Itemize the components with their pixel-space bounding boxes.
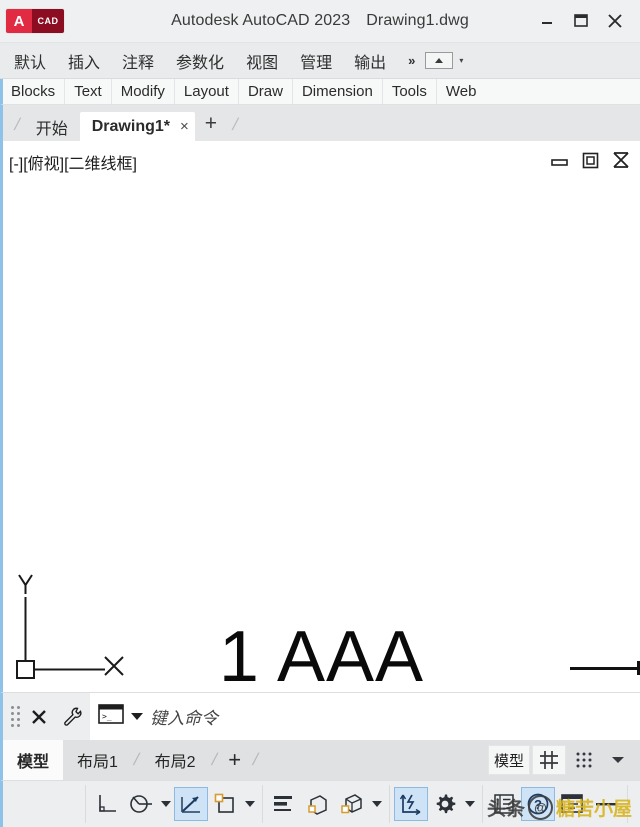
settings-gear-tool-icon[interactable]: [428, 787, 462, 821]
menu-item-blocks[interactable]: Blocks: [3, 79, 66, 104]
document-tab-start[interactable]: 开始: [24, 112, 80, 141]
ribbon-tab-manage[interactable]: 管理: [300, 49, 332, 73]
command-close-icon[interactable]: [22, 700, 56, 734]
ribbon-minimize-button[interactable]: [425, 52, 454, 69]
menu-item-layout[interactable]: Layout: [175, 79, 239, 104]
ribbon-tab-output[interactable]: 输出: [354, 49, 386, 73]
lineweight-tool-icon[interactable]: [267, 787, 301, 821]
menu-item-draw[interactable]: Draw: [239, 79, 293, 104]
status-model-button[interactable]: 模型: [487, 745, 530, 775]
new-document-tab-button[interactable]: +: [195, 109, 227, 141]
wrench-icon[interactable]: [56, 700, 90, 734]
logo-cad-mark: CAD: [32, 9, 64, 33]
drawing-edge-line: [570, 667, 640, 670]
toolbar-group-ucs: [390, 785, 483, 823]
new-layout-button[interactable]: +: [218, 740, 251, 780]
polar-tracking-tool-icon[interactable]: [124, 787, 158, 821]
console-icon[interactable]: >_: [98, 704, 124, 729]
status-more-caret-icon[interactable]: [602, 745, 634, 775]
ucs-icon: [16, 574, 124, 679]
menu-item-modify[interactable]: Modify: [112, 79, 175, 104]
viewport-label[interactable]: [-][俯视][二维线框]: [9, 150, 137, 174]
ribbon-tab-home[interactable]: 默认: [14, 49, 46, 73]
toolbar-group-misc: ?: [483, 785, 628, 823]
minimize-button[interactable]: [530, 6, 564, 36]
viewport-minimize-icon[interactable]: [551, 153, 569, 167]
ortho-tool-icon[interactable]: [90, 787, 124, 821]
app-title-text: Autodesk AutoCAD 2023: [171, 12, 351, 29]
menu-item-text[interactable]: Text: [65, 79, 112, 104]
document-tab-close-icon[interactable]: ×: [180, 118, 189, 135]
settings-caret-icon[interactable]: [462, 787, 478, 821]
menu-bar: Blocks Text Modify Layout Draw Dimension…: [0, 79, 640, 105]
properties-list-tool-icon[interactable]: [487, 787, 521, 821]
autocad-logo: A CAD: [6, 9, 64, 33]
layout-tab-layout1[interactable]: 布局1: [63, 740, 132, 780]
object-snap-caret-icon[interactable]: [242, 787, 258, 821]
menu-item-dimension[interactable]: Dimension: [293, 79, 383, 104]
clean-screen-tool-icon[interactable]: [555, 787, 589, 821]
3d-object-snap-tool-icon[interactable]: [335, 787, 369, 821]
layout-tab-bar: 模型 布局1 / 布局2 / + / 模型: [0, 740, 640, 780]
ribbon-tab-insert[interactable]: 插入: [68, 49, 100, 73]
transparency-tool-icon[interactable]: [301, 787, 335, 821]
ribbon-overflow-icon[interactable]: »: [408, 53, 415, 68]
drawing-canvas[interactable]: [-][俯视][二维线框] 1 AAA 2 BBB 3 CCC: [0, 141, 640, 692]
viewport-restore-icon[interactable]: [582, 152, 599, 169]
autocad-window: A CAD Autodesk AutoCAD 2023 Drawing1.dwg …: [0, 0, 640, 827]
command-bar: >_ 键入命令: [0, 692, 640, 741]
close-button[interactable]: [598, 6, 632, 36]
menu-item-tools[interactable]: Tools: [383, 79, 437, 104]
command-input[interactable]: >_ 键入命令: [90, 692, 640, 741]
viewport-controls: [551, 151, 630, 169]
hide-toolbar-tool-icon[interactable]: [589, 787, 623, 821]
bottom-toolbar: ? 头条 @ 糖苦小屋: [0, 780, 640, 827]
toolbar-group-empty: [3, 785, 86, 823]
status-bar-right: 模型: [487, 740, 640, 780]
layout-tab-layout2[interactable]: 布局2: [141, 740, 210, 780]
document-tab-bar: / 开始 Drawing1* × + /: [0, 105, 640, 141]
logo-a-mark: A: [6, 9, 32, 33]
ribbon-tab-bar: 默认 插入 注释 参数化 视图 管理 输出 » ▾: [0, 43, 640, 79]
maximize-button[interactable]: [564, 6, 598, 36]
polar-tracking-caret-icon[interactable]: [158, 787, 174, 821]
svg-text:>_: >_: [102, 712, 112, 721]
help-tool-icon[interactable]: ?: [521, 787, 555, 821]
ribbon-tab-view[interactable]: 视图: [246, 49, 278, 73]
viewport-close-icon[interactable]: [612, 151, 630, 169]
command-placeholder: 键入命令: [150, 709, 218, 728]
window-controls: [530, 6, 632, 36]
grid-icon[interactable]: [532, 745, 566, 775]
svg-text:?: ?: [534, 797, 542, 812]
file-name-text: Drawing1.dwg: [366, 12, 469, 29]
drag-grip-icon[interactable]: [8, 704, 22, 730]
snap-icon[interactable]: [568, 745, 600, 775]
command-history-caret-icon[interactable]: [131, 713, 143, 720]
object-snap-tracking-tool-icon[interactable]: [174, 787, 208, 821]
ribbon-tab-annotate[interactable]: 注释: [122, 49, 154, 73]
ribbon-tab-parametric[interactable]: 参数化: [176, 49, 224, 73]
document-tab-drawing1[interactable]: Drawing1* ×: [79, 112, 195, 141]
ribbon-minimize-caret-icon[interactable]: ▾: [459, 56, 463, 65]
toolbar-group-display: [263, 785, 390, 823]
menu-item-web[interactable]: Web: [437, 79, 486, 104]
layout-tab-model[interactable]: 模型: [3, 740, 64, 780]
object-snap-tool-icon[interactable]: [208, 787, 242, 821]
document-tab-label: Drawing1*: [91, 117, 170, 135]
toolbar-group-draft: [86, 785, 263, 823]
ucs-icon-tool-icon[interactable]: [394, 787, 428, 821]
3d-object-snap-caret-icon[interactable]: [369, 787, 385, 821]
title-bar: A CAD Autodesk AutoCAD 2023 Drawing1.dwg: [0, 0, 640, 43]
